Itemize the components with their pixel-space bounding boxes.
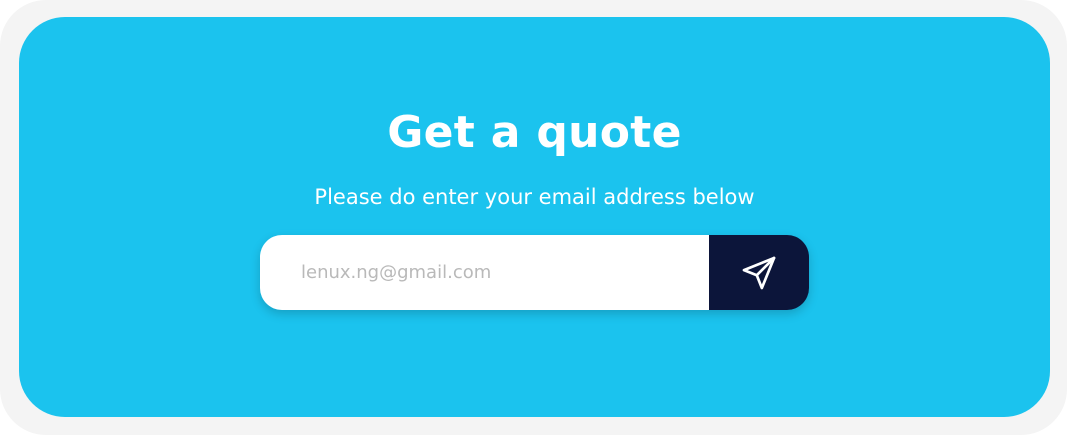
quote-subtitle: Please do enter your email address below [314,185,755,209]
quote-title: Get a quote [387,107,682,158]
email-form [260,235,809,310]
email-input[interactable] [260,235,709,310]
page-frame: Get a quote Please do enter your email a… [0,0,1067,435]
send-paper-plane-icon [740,254,778,292]
send-button[interactable] [709,235,809,310]
quote-card: Get a quote Please do enter your email a… [19,17,1050,417]
